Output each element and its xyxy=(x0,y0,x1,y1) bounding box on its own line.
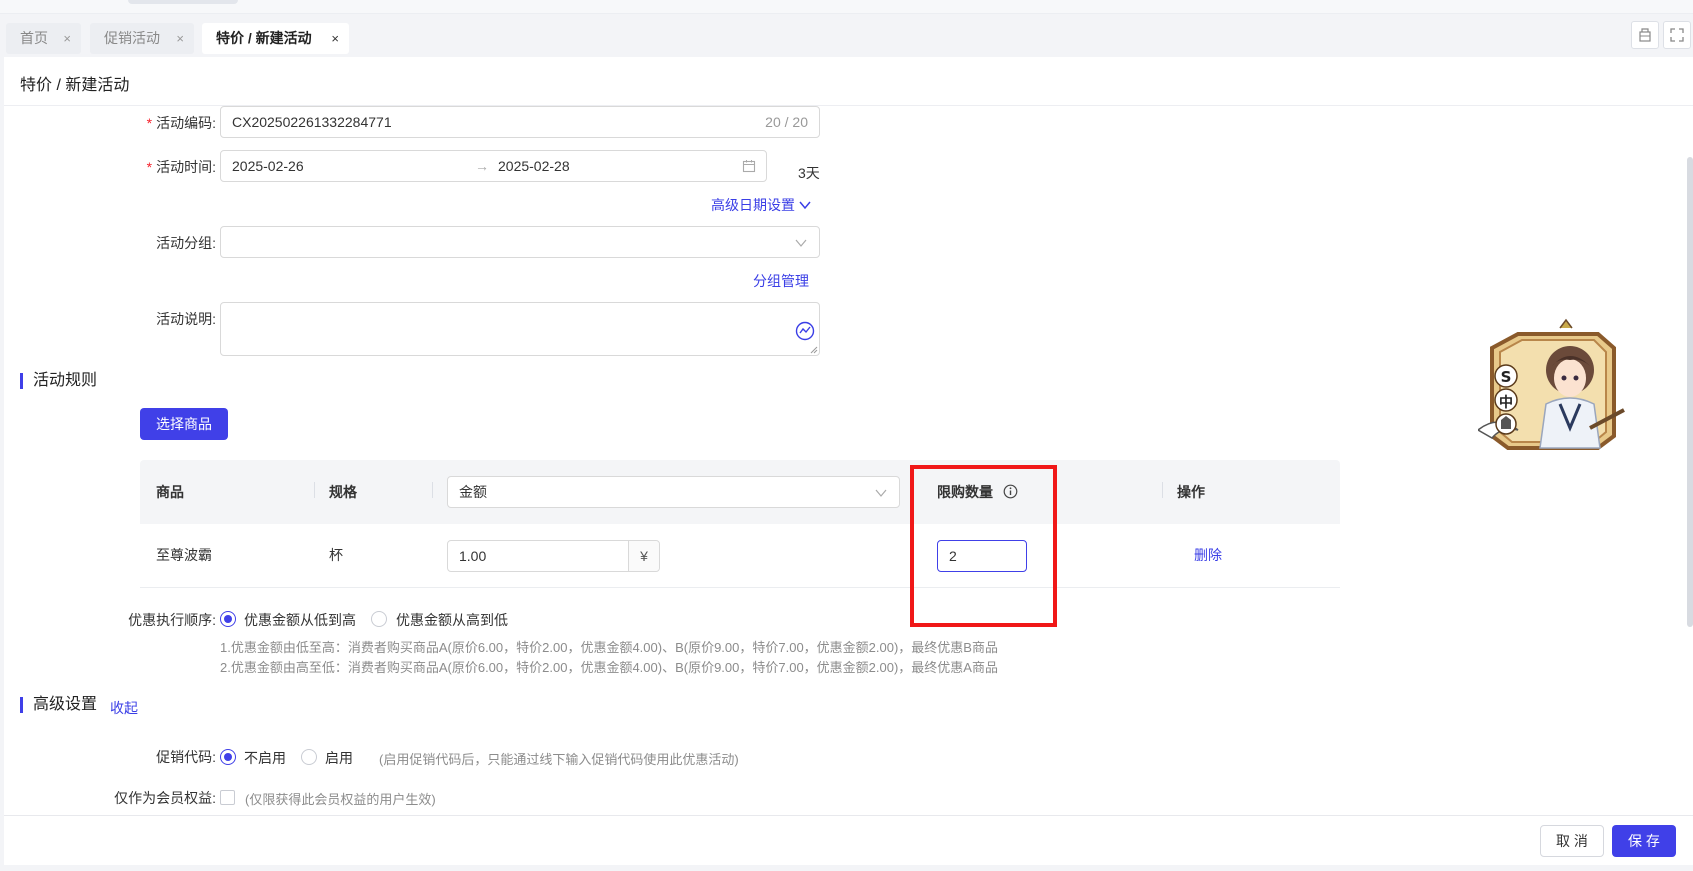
tab-promotions[interactable]: 促销活动 × xyxy=(90,23,194,54)
tab-new-activity[interactable]: 特价 / 新建活动 × xyxy=(202,23,349,54)
resize-handle-icon[interactable] xyxy=(810,346,818,354)
activity-code-value: CX202502261332284771 xyxy=(232,114,392,130)
start-date[interactable]: 2025-02-26 xyxy=(232,151,304,181)
tab-label: 首页 xyxy=(20,30,48,46)
footer-bar: 取 消 保 存 xyxy=(4,815,1693,865)
order-low-to-high-radio[interactable] xyxy=(220,611,236,627)
home-toolbar-button[interactable] xyxy=(1631,21,1659,49)
column-separator xyxy=(1162,482,1163,498)
order-label: 优惠执行顺序: xyxy=(128,612,216,628)
save-button[interactable]: 保 存 xyxy=(1612,825,1676,857)
special-price-value: 1.00 xyxy=(459,548,487,564)
date-range-picker[interactable]: 2025-02-26 → 2025-02-28 xyxy=(220,150,767,182)
char-counter: 20 / 20 xyxy=(765,114,808,130)
top-strip xyxy=(0,0,1693,14)
column-separator xyxy=(432,482,433,498)
delete-link[interactable]: 删除 xyxy=(1194,545,1222,565)
amount-type-value: 金额 xyxy=(459,484,487,500)
chevron-down-icon xyxy=(875,489,887,497)
code-label: * 活动编码: xyxy=(140,113,216,133)
order-high-to-low-label[interactable]: 优惠金额从高到低 xyxy=(396,610,508,630)
special-price-input[interactable]: 1.00 ¥ xyxy=(447,540,660,572)
scrollbar[interactable] xyxy=(1687,157,1693,627)
fullscreen-button[interactable] xyxy=(1663,21,1691,49)
code-label-text: 活动编码: xyxy=(156,115,216,131)
highlight-box xyxy=(910,465,1057,627)
currency-addon: ¥ xyxy=(628,541,659,571)
close-icon[interactable]: × xyxy=(331,23,339,54)
time-label: * 活动时间: xyxy=(140,157,216,177)
select-goods-button[interactable]: 选择商品 xyxy=(140,408,228,440)
main-card: 特价 / 新建活动 * 活动编码: CX202502261332284771 20… xyxy=(4,57,1693,865)
time-label-text: 活动时间: xyxy=(156,159,216,175)
chevron-down-icon xyxy=(799,201,811,210)
expand-icon xyxy=(1670,28,1684,42)
activity-group-select[interactable] xyxy=(220,226,820,258)
tab-label: 特价 / 新建活动 xyxy=(216,30,312,46)
close-icon[interactable]: × xyxy=(63,23,71,54)
promo-disabled-radio[interactable] xyxy=(220,749,236,765)
mascot-letter-s: S xyxy=(1500,368,1512,386)
order-low-to-high-label[interactable]: 优惠金额从低到高 xyxy=(244,610,356,630)
promo-hint: (启用促销代码后，只能通过线下输入促销代码使用此优惠活动) xyxy=(379,752,739,767)
tab-bar: 首页 × 促销活动 × 特价 / 新建活动 × xyxy=(0,14,1693,57)
rules-section-title: 活动规则 xyxy=(20,373,97,389)
order-high-to-low-radio[interactable] xyxy=(371,611,387,627)
promo-enabled-label[interactable]: 启用 xyxy=(325,748,353,768)
top-strip-pill xyxy=(128,0,238,4)
ai-assist-icon[interactable] xyxy=(795,321,815,341)
amount-type-select[interactable]: 金额 xyxy=(447,476,900,508)
member-only-label: 仅作为会员权益: xyxy=(114,790,216,806)
required-mark: * xyxy=(146,159,153,175)
header-action: 操作 xyxy=(1177,484,1205,500)
header-spec: 规格 xyxy=(329,484,357,500)
mascot-badge-icon: S 中 xyxy=(1476,318,1628,464)
chevron-down-icon xyxy=(795,239,807,247)
order-hint-2: 2.优惠金额由高至低：消费者购买商品A(原价6.00，特价2.00，优惠金额4.… xyxy=(220,660,998,675)
group-manage-link[interactable]: 分组管理 xyxy=(753,271,809,291)
tab-home[interactable]: 首页 × xyxy=(6,23,81,54)
activity-description-textarea[interactable] xyxy=(220,302,820,356)
collapse-link[interactable]: 收起 xyxy=(110,698,138,718)
cell-goods: 至尊波霸 xyxy=(156,547,212,563)
column-separator xyxy=(314,482,315,498)
cancel-button[interactable]: 取 消 xyxy=(1540,825,1604,857)
cell-spec: 杯 xyxy=(329,547,343,563)
tab-label: 促销活动 xyxy=(104,30,160,46)
promo-code-label: 促销代码: xyxy=(156,749,216,765)
mascot-letter-zhong: 中 xyxy=(1499,395,1513,411)
duration-days: 3天 xyxy=(798,165,820,181)
required-mark: * xyxy=(146,115,153,131)
end-date[interactable]: 2025-02-28 xyxy=(498,151,570,181)
range-arrow-icon: → xyxy=(475,158,489,174)
close-icon[interactable]: × xyxy=(176,23,184,54)
page-title: 特价 / 新建活动 xyxy=(20,77,130,94)
member-only-checkbox[interactable] xyxy=(220,790,235,805)
desc-label: 活动说明: xyxy=(156,311,216,327)
promo-enabled-radio[interactable] xyxy=(301,749,317,765)
activity-code-input[interactable]: CX202502261332284771 20 / 20 xyxy=(220,106,820,138)
header-goods: 商品 xyxy=(156,484,184,500)
table-header: 商品 规格 金额 限购数量 操作 xyxy=(140,460,1340,524)
promo-disabled-label[interactable]: 不启用 xyxy=(244,748,286,768)
calendar-icon xyxy=(742,160,756,173)
table-row: 至尊波霸 杯 1.00 ¥ 2 删除 xyxy=(140,524,1340,588)
advanced-date-text: 高级日期设置 xyxy=(711,197,795,213)
advanced-section-title: 高级设置 xyxy=(20,697,97,713)
group-label: 活动分组: xyxy=(156,235,216,251)
building-icon xyxy=(1639,28,1651,42)
advanced-date-link[interactable]: 高级日期设置 xyxy=(711,195,811,215)
member-only-hint: (仅限获得此会员权益的用户生效) xyxy=(245,792,436,807)
order-hint-1: 1.优惠金额由低至高：消费者购买商品A(原价6.00，特价2.00，优惠金额4.… xyxy=(220,640,998,655)
